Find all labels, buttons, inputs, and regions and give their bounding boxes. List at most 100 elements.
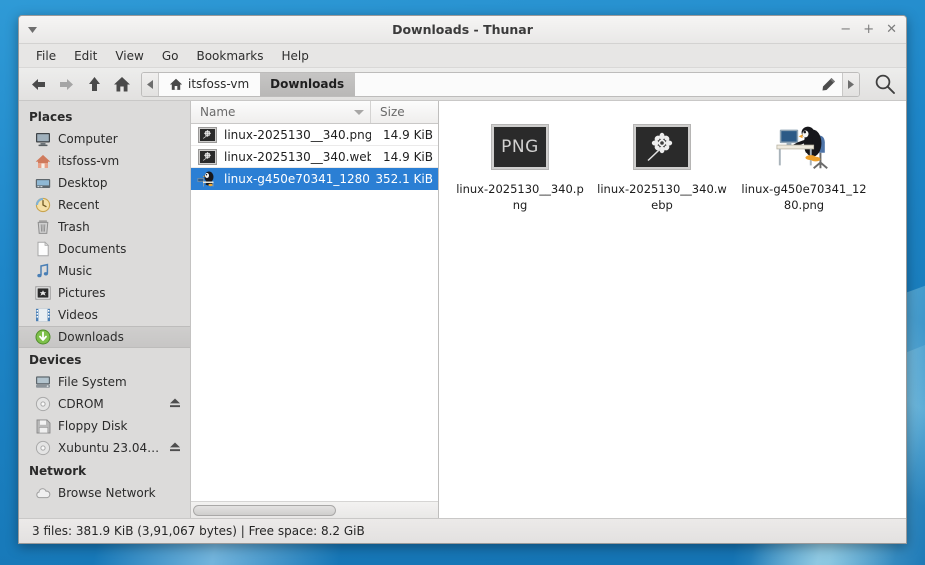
sidebar-item-cdrom[interactable]: CDROM xyxy=(19,393,190,415)
column-header-name[interactable]: Name xyxy=(191,101,371,123)
icon-view-item-webp[interactable]: linux-2025130__340.webp xyxy=(591,115,733,518)
column-header-size[interactable]: Size xyxy=(371,101,438,123)
png-text-thumbnail-icon: PNG xyxy=(490,119,550,175)
sidebar-item-label: Music xyxy=(58,264,92,278)
icon-view-label: linux-g450e70341_1280.png xyxy=(739,182,869,213)
pictures-icon xyxy=(35,285,51,301)
image-thumbnail-flower-icon xyxy=(196,128,218,142)
icon-view-pane[interactable]: PNG linux-2025130__340.png xyxy=(439,101,906,518)
column-header-label: Name xyxy=(200,105,235,119)
path-bar[interactable]: itsfoss-vm Downloads xyxy=(141,72,860,97)
sidebar-item-file-system[interactable]: File System xyxy=(19,371,190,393)
close-button[interactable]: ✕ xyxy=(886,23,897,36)
breadcrumb-itsfoss-vm[interactable]: itsfoss-vm xyxy=(159,73,260,96)
sidebar-item-label: Xubuntu 23.04 am… xyxy=(58,441,161,455)
menu-edit[interactable]: Edit xyxy=(65,46,106,66)
menu-bar: File Edit View Go Bookmarks Help xyxy=(19,44,906,68)
path-scroll-left-icon[interactable] xyxy=(142,73,159,96)
file-size: 14.9 KiB xyxy=(371,128,438,142)
eject-icon[interactable] xyxy=(168,441,182,456)
sidebar-item-xubuntu-iso[interactable]: Xubuntu 23.04 am… xyxy=(19,437,190,459)
videos-film-icon xyxy=(35,307,51,323)
sidebar-item-label: Recent xyxy=(58,198,99,212)
sidebar-item-itsfoss-vm[interactable]: itsfoss-vm xyxy=(19,150,190,172)
computer-icon xyxy=(35,131,51,147)
sidebar-item-label: Computer xyxy=(58,132,118,146)
table-row[interactable]: linux-g450e70341_1280.png 352.1 KiB xyxy=(191,168,438,190)
minimize-button[interactable]: − xyxy=(840,23,851,36)
icon-view-item-tux[interactable]: linux-g450e70341_1280.png xyxy=(733,115,875,518)
file-list-rows: linux-2025130__340.png 14.9 KiB xyxy=(191,124,438,501)
downloads-arrow-icon xyxy=(35,329,51,345)
network-cloud-icon xyxy=(35,485,51,501)
pencil-icon[interactable] xyxy=(814,73,842,96)
sidebar-item-label: Documents xyxy=(58,242,126,256)
horizontal-scrollbar[interactable] xyxy=(191,501,438,518)
home-icon[interactable] xyxy=(109,72,135,97)
sidebar-item-label: Desktop xyxy=(58,176,108,190)
status-text: 3 files: 381.9 KiB (3,91,067 bytes) | Fr… xyxy=(32,524,365,538)
sidebar-heading-network: Network xyxy=(19,459,190,482)
path-scroll-right-icon[interactable] xyxy=(842,73,859,96)
sidebar-heading-devices: Devices xyxy=(19,348,190,371)
search-icon[interactable] xyxy=(870,70,900,98)
menu-bookmarks[interactable]: Bookmarks xyxy=(187,46,272,66)
icon-view-item-png[interactable]: PNG linux-2025130__340.png xyxy=(449,115,591,518)
sidebar-item-computer[interactable]: Computer xyxy=(19,128,190,150)
menu-help[interactable]: Help xyxy=(273,46,318,66)
status-bar: 3 files: 381.9 KiB (3,91,067 bytes) | Fr… xyxy=(19,518,906,543)
sidebar-item-label: Browse Network xyxy=(58,486,156,500)
scrollbar-thumb[interactable] xyxy=(193,505,336,516)
table-row[interactable]: linux-2025130__340.png 14.9 KiB xyxy=(191,124,438,146)
file-list-header: Name Size xyxy=(191,101,438,124)
file-name: linux-2025130__340.webp xyxy=(218,150,371,164)
sidebar-item-downloads[interactable]: Downloads xyxy=(19,326,190,348)
sidebar-item-trash[interactable]: Trash xyxy=(19,216,190,238)
path-bar-empty-area[interactable] xyxy=(355,73,814,96)
menu-go[interactable]: Go xyxy=(153,46,188,66)
breadcrumb-label: Downloads xyxy=(270,77,344,91)
title-bar: Downloads - Thunar − + ✕ xyxy=(19,16,906,44)
harddisk-icon xyxy=(35,374,51,390)
sidebar-item-browse-network[interactable]: Browse Network xyxy=(19,482,190,504)
breadcrumb-label: itsfoss-vm xyxy=(188,77,249,91)
sidebar-item-label: Trash xyxy=(58,220,90,234)
sidebar-item-documents[interactable]: Documents xyxy=(19,238,190,260)
sidebar-item-label: Videos xyxy=(58,308,98,322)
image-thumbnail-flower-icon xyxy=(196,150,218,164)
back-arrow-icon[interactable] xyxy=(25,72,51,97)
window-menu-arrow-icon[interactable] xyxy=(19,27,45,33)
file-list-pane: Name Size xyxy=(191,101,439,518)
file-name: linux-2025130__340.png xyxy=(218,128,371,142)
sidebar-item-videos[interactable]: Videos xyxy=(19,304,190,326)
breadcrumb-downloads[interactable]: Downloads xyxy=(260,73,355,96)
eject-icon[interactable] xyxy=(168,397,182,412)
maximize-button[interactable]: + xyxy=(863,23,874,36)
menu-view[interactable]: View xyxy=(106,46,152,66)
sidebar-item-pictures[interactable]: Pictures xyxy=(19,282,190,304)
window-title: Downloads - Thunar xyxy=(19,22,906,37)
flower-image-thumbnail-icon xyxy=(632,119,692,175)
document-icon xyxy=(35,241,51,257)
sidebar-item-label: Floppy Disk xyxy=(58,419,128,433)
forward-arrow-icon[interactable] xyxy=(53,72,79,97)
icon-view-label: linux-2025130__340.png xyxy=(455,182,585,213)
sidebar-heading-places: Places xyxy=(19,105,190,128)
sidebar-item-label: itsfoss-vm xyxy=(58,154,119,168)
menu-file[interactable]: File xyxy=(27,46,65,66)
sidebar-item-floppy-disk[interactable]: Floppy Disk xyxy=(19,415,190,437)
file-size: 14.9 KiB xyxy=(371,150,438,164)
sort-descending-icon xyxy=(354,110,364,115)
home-icon xyxy=(35,153,51,169)
sidebar-item-recent[interactable]: Recent xyxy=(19,194,190,216)
table-row[interactable]: linux-2025130__340.webp 14.9 KiB xyxy=(191,146,438,168)
sidebar-item-desktop[interactable]: Desktop xyxy=(19,172,190,194)
column-header-label: Size xyxy=(380,105,405,119)
sidebar-item-music[interactable]: Music xyxy=(19,260,190,282)
window-body: Places Computer xyxy=(19,101,906,518)
up-arrow-icon[interactable] xyxy=(81,72,107,97)
file-size: 352.1 KiB xyxy=(371,172,438,186)
desktop-icon xyxy=(35,175,51,191)
sidebar-item-label: File System xyxy=(58,375,127,389)
trash-icon xyxy=(35,219,51,235)
